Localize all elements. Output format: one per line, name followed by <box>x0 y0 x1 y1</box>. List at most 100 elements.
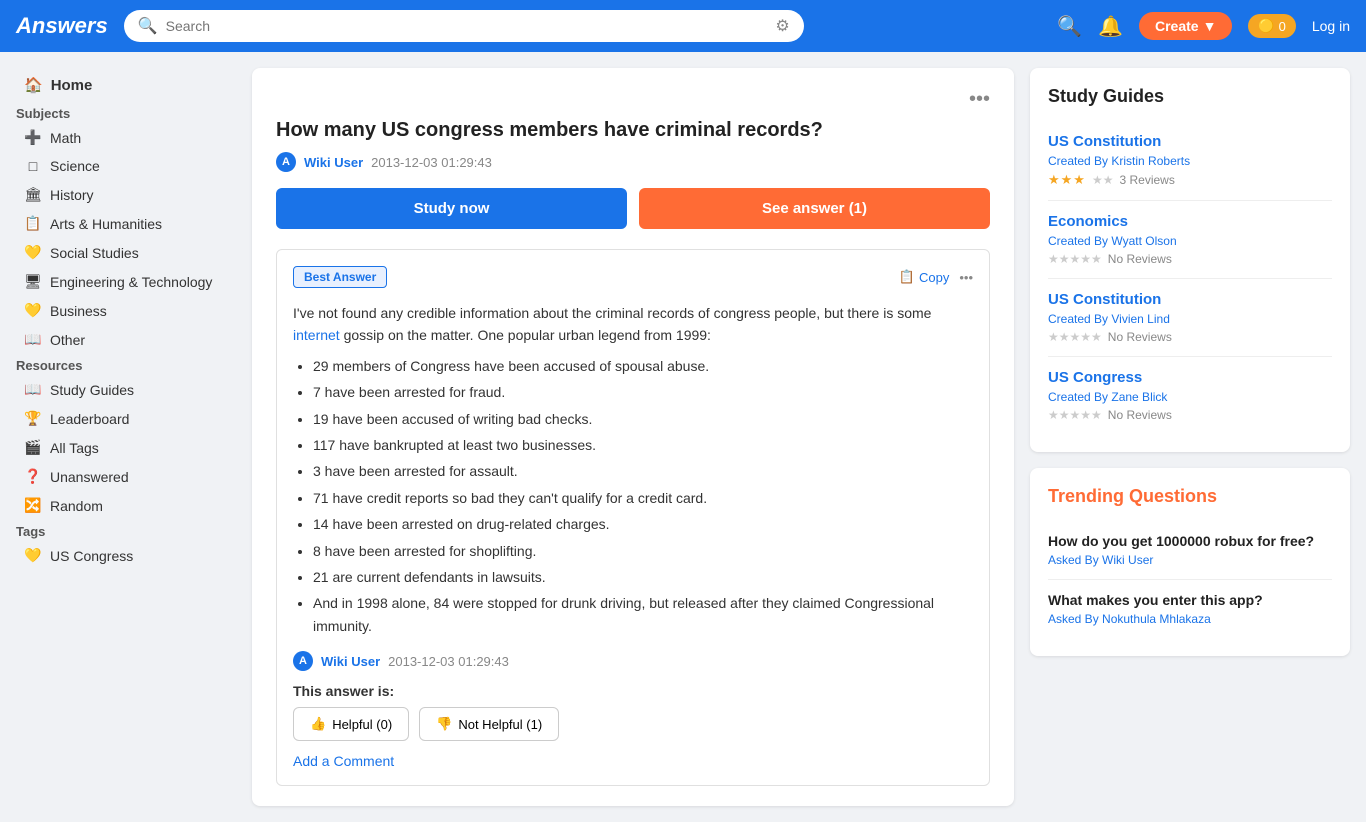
sidebar-item-home[interactable]: 🏠 Home <box>16 68 236 102</box>
study-guides-card: Study Guides US Constitution Created By … <box>1030 68 1350 452</box>
sidebar-item-other[interactable]: 📖 Other <box>16 325 236 354</box>
see-answer-button[interactable]: See answer (1) <box>639 188 990 229</box>
sidebar-item-arts-humanities[interactable]: 📋 Arts & Humanities <box>16 209 236 238</box>
sidebar-item-business[interactable]: 💛 Business <box>16 296 236 325</box>
search-header-icon[interactable]: 🔍 <box>1057 14 1082 39</box>
site-logo: Answers <box>16 13 108 39</box>
answer-more-icon[interactable]: ••• <box>959 270 973 285</box>
answer-timestamp: 2013-12-03 01:29:43 <box>388 654 509 669</box>
guide-creator-0: Created By Kristin Roberts <box>1048 154 1332 168</box>
trending-question-0[interactable]: How do you get 1000000 robux for free? <box>1048 533 1332 549</box>
guide-creator-3: Created By Zane Blick <box>1048 390 1332 404</box>
author-link[interactable]: Wiki User <box>304 155 363 170</box>
bullet-item: 71 have credit reports so bad they can't… <box>313 487 973 509</box>
trending-asked-1: Asked By Nokuthula Mhlakaza <box>1048 612 1332 626</box>
guide-name-3[interactable]: US Congress <box>1048 369 1332 386</box>
sidebar-item-science[interactable]: □ Science <box>16 152 236 180</box>
subjects-section-title: Subjects <box>16 102 236 123</box>
action-buttons: Study now See answer (1) <box>276 188 990 229</box>
sidebar-item-history[interactable]: 🏛 History <box>16 180 236 209</box>
answer-footer-meta: A Wiki User 2013-12-03 01:29:43 <box>293 651 973 671</box>
stars-empty-2: ★★★★★ <box>1048 330 1102 344</box>
guide-item-1: Economics Created By Wyatt Olson ★★★★★ N… <box>1048 201 1332 279</box>
search-bar[interactable]: 🔍 ⚙ <box>124 10 804 42</box>
internet-link[interactable]: internet <box>293 327 340 343</box>
main-content: ••• How many US congress members have cr… <box>252 68 1014 806</box>
stars-empty-3: ★★★★★ <box>1048 408 1102 422</box>
header: Answers 🔍 ⚙ 🔍 🔔 Create ▼ 🟡 0 Log in <box>0 0 1366 52</box>
best-answer-badge: Best Answer <box>293 266 387 288</box>
guide-name-0[interactable]: US Constitution <box>1048 133 1332 150</box>
guide-rating-1: ★★★★★ No Reviews <box>1048 252 1332 266</box>
study-guides-icon: 📖 <box>24 381 42 398</box>
question-card: ••• How many US congress members have cr… <box>252 68 1014 806</box>
filter-icon[interactable]: ⚙ <box>775 16 789 36</box>
copy-button[interactable]: 📋 Copy <box>899 269 950 285</box>
resources-section-title: Resources <box>16 354 236 375</box>
trending-author-0[interactable]: Wiki User <box>1102 553 1153 567</box>
math-icon: ➕ <box>24 129 42 146</box>
not-helpful-button[interactable]: 👎 Not Helpful (1) <box>419 707 559 741</box>
stars-empty-0: ★★ <box>1092 173 1114 187</box>
login-link[interactable]: Log in <box>1312 18 1350 34</box>
vote-buttons: 👍 Helpful (0) 👎 Not Helpful (1) <box>293 707 973 741</box>
home-icon: 🏠 <box>24 76 43 94</box>
right-sidebar: Study Guides US Constitution Created By … <box>1030 68 1350 806</box>
this-answer-is-label: This answer is: <box>293 683 973 699</box>
notification-icon[interactable]: 🔔 <box>1098 14 1123 39</box>
sidebar-item-us-congress[interactable]: 💛 US Congress <box>16 541 236 570</box>
science-icon: □ <box>24 158 42 174</box>
guide-author-3[interactable]: Zane Blick <box>1111 390 1167 404</box>
coin-icon: 🟡 <box>1258 18 1274 34</box>
sidebar-item-math[interactable]: ➕ Math <box>16 123 236 152</box>
guide-rating-3: ★★★★★ No Reviews <box>1048 408 1332 422</box>
guide-author-1[interactable]: Wyatt Olson <box>1111 234 1176 248</box>
sidebar-item-random[interactable]: 🔀 Random <box>16 491 236 520</box>
trending-item-0: How do you get 1000000 robux for free? A… <box>1048 521 1332 580</box>
coins-badge: 🟡 0 <box>1248 14 1295 38</box>
question-timestamp: 2013-12-03 01:29:43 <box>371 155 492 170</box>
bullet-item: 29 members of Congress have been accused… <box>313 355 973 377</box>
guide-name-1[interactable]: Economics <box>1048 213 1332 230</box>
thumbs-down-icon: 👎 <box>436 716 452 732</box>
random-icon: 🔀 <box>24 497 42 514</box>
trending-author-1[interactable]: Nokuthula Mhlakaza <box>1102 612 1211 626</box>
guide-name-2[interactable]: US Constitution <box>1048 291 1332 308</box>
guide-author-0[interactable]: Kristin Roberts <box>1111 154 1190 168</box>
bullet-item: 8 have been arrested for shoplifting. <box>313 540 973 562</box>
history-icon: 🏛 <box>24 186 42 203</box>
guide-rating-2: ★★★★★ No Reviews <box>1048 330 1332 344</box>
sidebar-item-unanswered[interactable]: ❓ Unanswered <box>16 462 236 491</box>
guide-rating-0: ★★★★★ 3 Reviews <box>1048 172 1332 188</box>
sidebar-item-social-studies[interactable]: 💛 Social Studies <box>16 238 236 267</box>
guide-item-0: US Constitution Created By Kristin Rober… <box>1048 121 1332 201</box>
thumbs-up-icon: 👍 <box>310 716 326 732</box>
social-studies-icon: 💛 <box>24 244 42 261</box>
guide-author-2[interactable]: Vivien Lind <box>1111 312 1170 326</box>
trending-card: Trending Questions How do you get 100000… <box>1030 468 1350 656</box>
guide-creator-1: Created By Wyatt Olson <box>1048 234 1332 248</box>
sidebar-item-leaderboard[interactable]: 🏆 Leaderboard <box>16 404 236 433</box>
study-now-button[interactable]: Study now <box>276 188 627 229</box>
create-button[interactable]: Create ▼ <box>1139 12 1232 40</box>
sidebar-item-study-guides[interactable]: 📖 Study Guides <box>16 375 236 404</box>
study-guides-title: Study Guides <box>1048 86 1332 107</box>
answer-body: I've not found any credible information … <box>293 302 973 637</box>
search-input[interactable] <box>166 18 768 34</box>
more-options-icon[interactable]: ••• <box>969 88 990 111</box>
guide-item-3: US Congress Created By Zane Blick ★★★★★ … <box>1048 357 1332 434</box>
bullet-item: 3 have been arrested for assault. <box>313 460 973 482</box>
sidebar-item-all-tags[interactable]: 🎬 All Tags <box>16 433 236 462</box>
question-title: How many US congress members have crimin… <box>276 119 990 142</box>
question-card-header: ••• <box>276 88 990 111</box>
us-congress-tag-icon: 💛 <box>24 547 42 564</box>
helpful-button[interactable]: 👍 Helpful (0) <box>293 707 409 741</box>
question-meta: A Wiki User 2013-12-03 01:29:43 <box>276 152 990 172</box>
add-comment-link[interactable]: Add a Comment <box>293 753 394 769</box>
trending-item-1: What makes you enter this app? Asked By … <box>1048 580 1332 638</box>
sidebar-item-engineering-technology[interactable]: 🖥 Engineering & Technology <box>16 267 236 296</box>
bullet-item: 14 have been arrested on drug-related ch… <box>313 513 973 535</box>
answer-author-link[interactable]: Wiki User <box>321 654 380 669</box>
bullet-item: 19 have been accused of writing bad chec… <box>313 408 973 430</box>
trending-question-1[interactable]: What makes you enter this app? <box>1048 592 1332 608</box>
